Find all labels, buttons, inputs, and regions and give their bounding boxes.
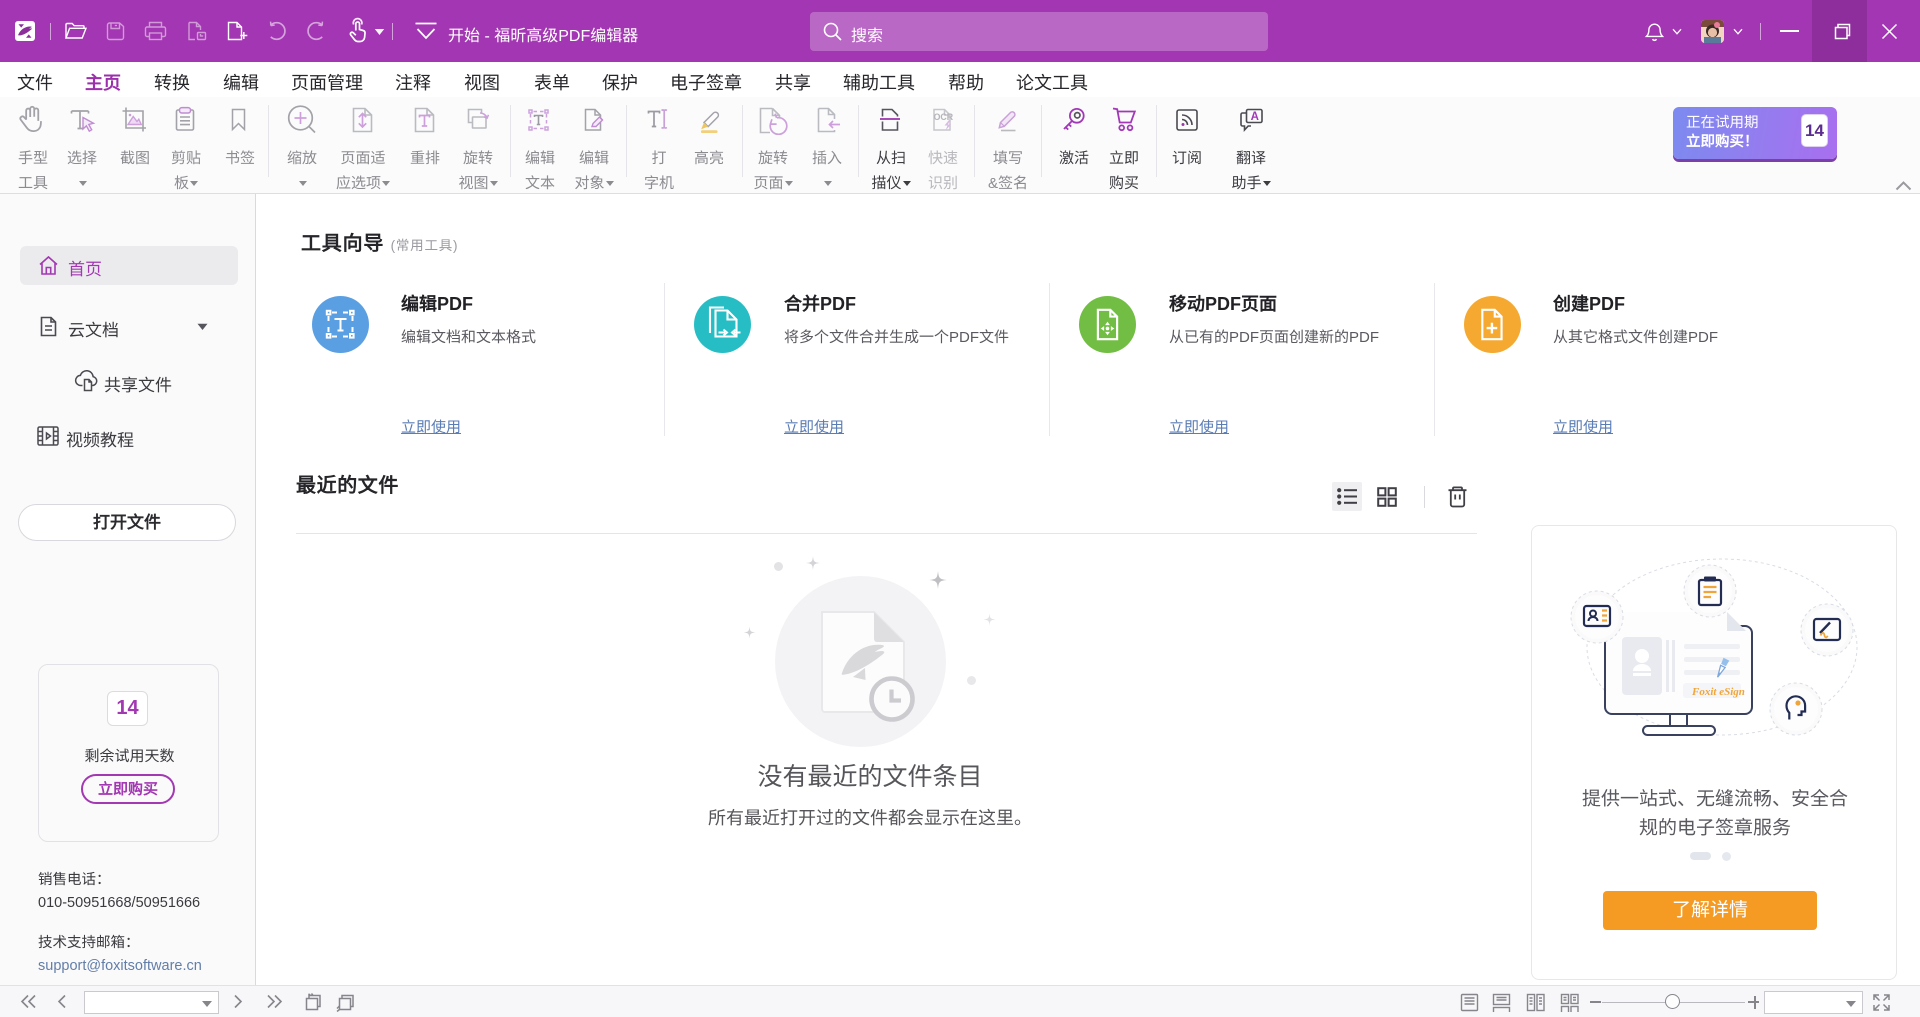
svg-text:OCR: OCR [934,112,954,122]
svg-text:Foxit eSign: Foxit eSign [1691,686,1745,698]
svg-text:A: A [1251,111,1259,123]
